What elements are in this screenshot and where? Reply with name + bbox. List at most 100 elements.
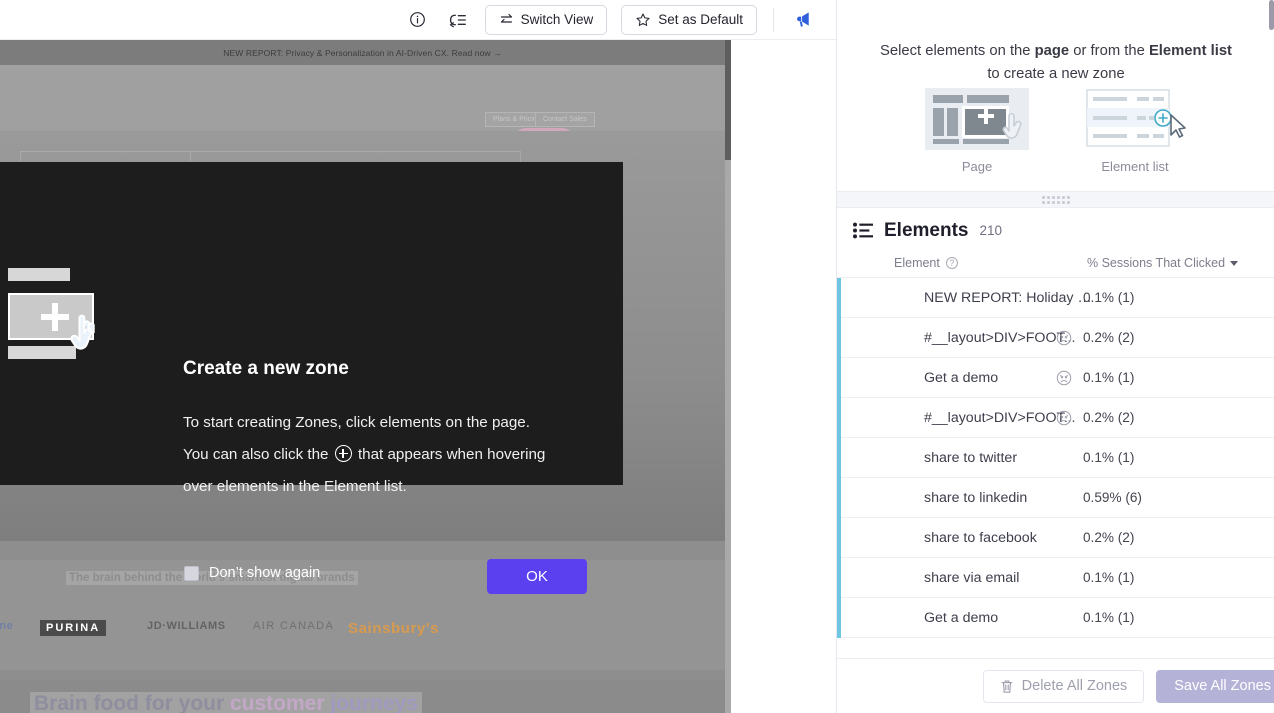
page-card-label: Page (962, 159, 992, 174)
delete-all-zones-label: Delete All Zones (1022, 678, 1128, 694)
sessions-clicked-value: 0.59% (6) (1083, 490, 1142, 505)
site-brand-logo-sainsburys: Sainsbury's (348, 620, 439, 637)
row-accent-bar (837, 358, 841, 398)
elements-column-header: Element ? % Sessions That Clicked (837, 253, 1274, 278)
switch-view-button[interactable]: Switch View (485, 5, 608, 35)
illustration-bottom-bar (8, 346, 76, 359)
elements-title: Elements (884, 220, 968, 242)
zones-panel: Select elements on the page or from the … (836, 0, 1274, 713)
grip-dots-icon (1042, 196, 1070, 204)
panel-scrollbar-thumb[interactable] (1269, 0, 1274, 30)
frustrated-face-icon (1056, 330, 1072, 346)
panel-resize-handle[interactable] (837, 191, 1274, 208)
row-accent-bar (837, 278, 841, 318)
site-section-two-title-part-a: Brain food for your (34, 692, 230, 713)
column-sessions-clicked[interactable]: % Sessions That Clicked (1087, 256, 1238, 270)
column-element-label: Element (894, 256, 940, 270)
star-icon (635, 12, 651, 28)
elements-count: 210 (979, 223, 1002, 238)
chevron-down-icon (1230, 261, 1238, 266)
hand-pointer-icon (70, 312, 108, 354)
element-list-card[interactable]: Element list (1083, 88, 1187, 174)
table-row[interactable]: share to twitter0.1% (1) (837, 438, 1274, 478)
megaphone-glyph (793, 10, 814, 29)
save-all-zones-button[interactable]: Save All Zones (1156, 670, 1274, 703)
column-sessions-clicked-label: % Sessions That Clicked (1087, 256, 1225, 270)
site-scrollbar-thumb[interactable] (725, 40, 731, 160)
frustrated-face-icon (1056, 370, 1072, 386)
row-accent-bar (837, 398, 841, 438)
element-name: share via email (924, 570, 1094, 586)
zone-empty-state-text: Select elements on the page or from the … (837, 40, 1274, 86)
frustrated-face-icon (1056, 410, 1072, 426)
page-layout-icon (925, 88, 1029, 150)
plus-circle-icon (335, 445, 352, 462)
site-navbar (0, 65, 725, 131)
illustration-plus-vertical (52, 303, 58, 331)
site-brand-logo-aircanada: AIR CANADA (253, 620, 334, 632)
ok-button[interactable]: OK (487, 559, 587, 594)
elements-header: Elements 210 (837, 208, 1274, 253)
modal-title: Create a new zone (183, 358, 349, 380)
empty-text-element-list: Element list (1149, 43, 1232, 59)
empty-text-c: or from the (1069, 43, 1149, 59)
column-element: Element ? (894, 256, 958, 270)
table-row[interactable]: #__layout>DIV>FOOT...0.2% (2) (837, 398, 1274, 438)
panel-scrollbar[interactable] (1269, 0, 1274, 713)
set-as-default-button[interactable]: Set as Default (621, 5, 757, 35)
element-name: NEW REPORT: Holiday Sp... (924, 290, 1094, 306)
zone-empty-state: Select elements on the page or from the … (837, 0, 1274, 191)
illustration-top-bar (8, 268, 70, 281)
modal-body: To start creating Zones, click elements … (183, 407, 595, 503)
table-row[interactable]: #__layout>DIV>FOOT...0.2% (2) (837, 318, 1274, 358)
empty-text-a: Select elements on the (880, 43, 1035, 59)
checkbox-box[interactable] (184, 566, 199, 581)
row-accent-bar (837, 318, 841, 358)
sessions-clicked-value: 0.1% (1) (1083, 450, 1134, 465)
table-row[interactable]: Get a demo0.1% (1) (837, 358, 1274, 398)
sessions-clicked-value: 0.2% (2) (1083, 530, 1134, 545)
toolbar-divider (773, 8, 774, 32)
row-accent-bar (837, 518, 841, 558)
site-section-two-title-part-c: journeys (330, 692, 418, 713)
element-list-card-label: Element list (1101, 159, 1168, 174)
site-scrollbar[interactable] (725, 40, 731, 713)
empty-text-page: page (1035, 43, 1070, 59)
help-circle-icon[interactable]: ? (946, 257, 958, 269)
elements-list[interactable]: NEW REPORT: Holiday Sp...0.1% (1)#__layo… (837, 278, 1274, 660)
zones-action-bar: Delete All Zones Save All Zones (837, 658, 1274, 713)
element-name: share to facebook (924, 530, 1094, 546)
sessions-clicked-value: 0.1% (1) (1083, 570, 1134, 585)
preview-toolbar: Switch View Set as Default (0, 0, 836, 40)
modal-line-3: over elements in the Element list. (183, 478, 407, 495)
site-section-two-title-part-b: customer (230, 692, 330, 713)
dont-show-again-label: Don’t show again (209, 565, 320, 581)
set-as-default-label: Set as Default (658, 12, 743, 27)
site-brand-logo-jdwilliams: JD·WILLIAMS (147, 620, 226, 632)
site-nav-chip-contact[interactable]: Contact Sales (535, 112, 595, 127)
delete-all-zones-button[interactable]: Delete All Zones (983, 670, 1145, 703)
table-row[interactable]: Get a demo0.1% (1) (837, 598, 1274, 638)
info-icon[interactable] (405, 7, 431, 33)
row-accent-bar (837, 438, 841, 478)
zone-plus-illustration (8, 268, 112, 360)
table-row[interactable]: share via email0.1% (1) (837, 558, 1274, 598)
table-row[interactable]: share to facebook0.2% (2) (837, 518, 1274, 558)
trash-icon (1000, 679, 1014, 694)
element-name: Get a demo (924, 610, 1094, 626)
row-accent-bar (837, 598, 841, 638)
modal-line-1: To start creating Zones, click elements … (183, 414, 530, 431)
page-card[interactable]: Page (925, 88, 1029, 174)
collapse-list-icon[interactable] (445, 7, 471, 33)
page-preview-pane: Switch View Set as Default NEW REPORT: (0, 0, 836, 713)
modal-line-2-post: that appears when hovering (354, 446, 546, 463)
table-row[interactable]: NEW REPORT: Holiday Sp...0.1% (1) (837, 278, 1274, 318)
dont-show-again-checkbox[interactable]: Don’t show again (184, 565, 320, 581)
switch-arrows-icon (499, 12, 514, 27)
app-root: Switch View Set as Default NEW REPORT: (0, 0, 1274, 713)
megaphone-icon[interactable] (790, 7, 816, 33)
site-announcement-bar[interactable]: NEW REPORT: Privacy & Personalization in… (0, 40, 725, 65)
sessions-clicked-value: 0.2% (2) (1083, 330, 1134, 345)
sessions-clicked-value: 0.1% (1) (1083, 610, 1134, 625)
table-row[interactable]: share to linkedin0.59% (6) (837, 478, 1274, 518)
